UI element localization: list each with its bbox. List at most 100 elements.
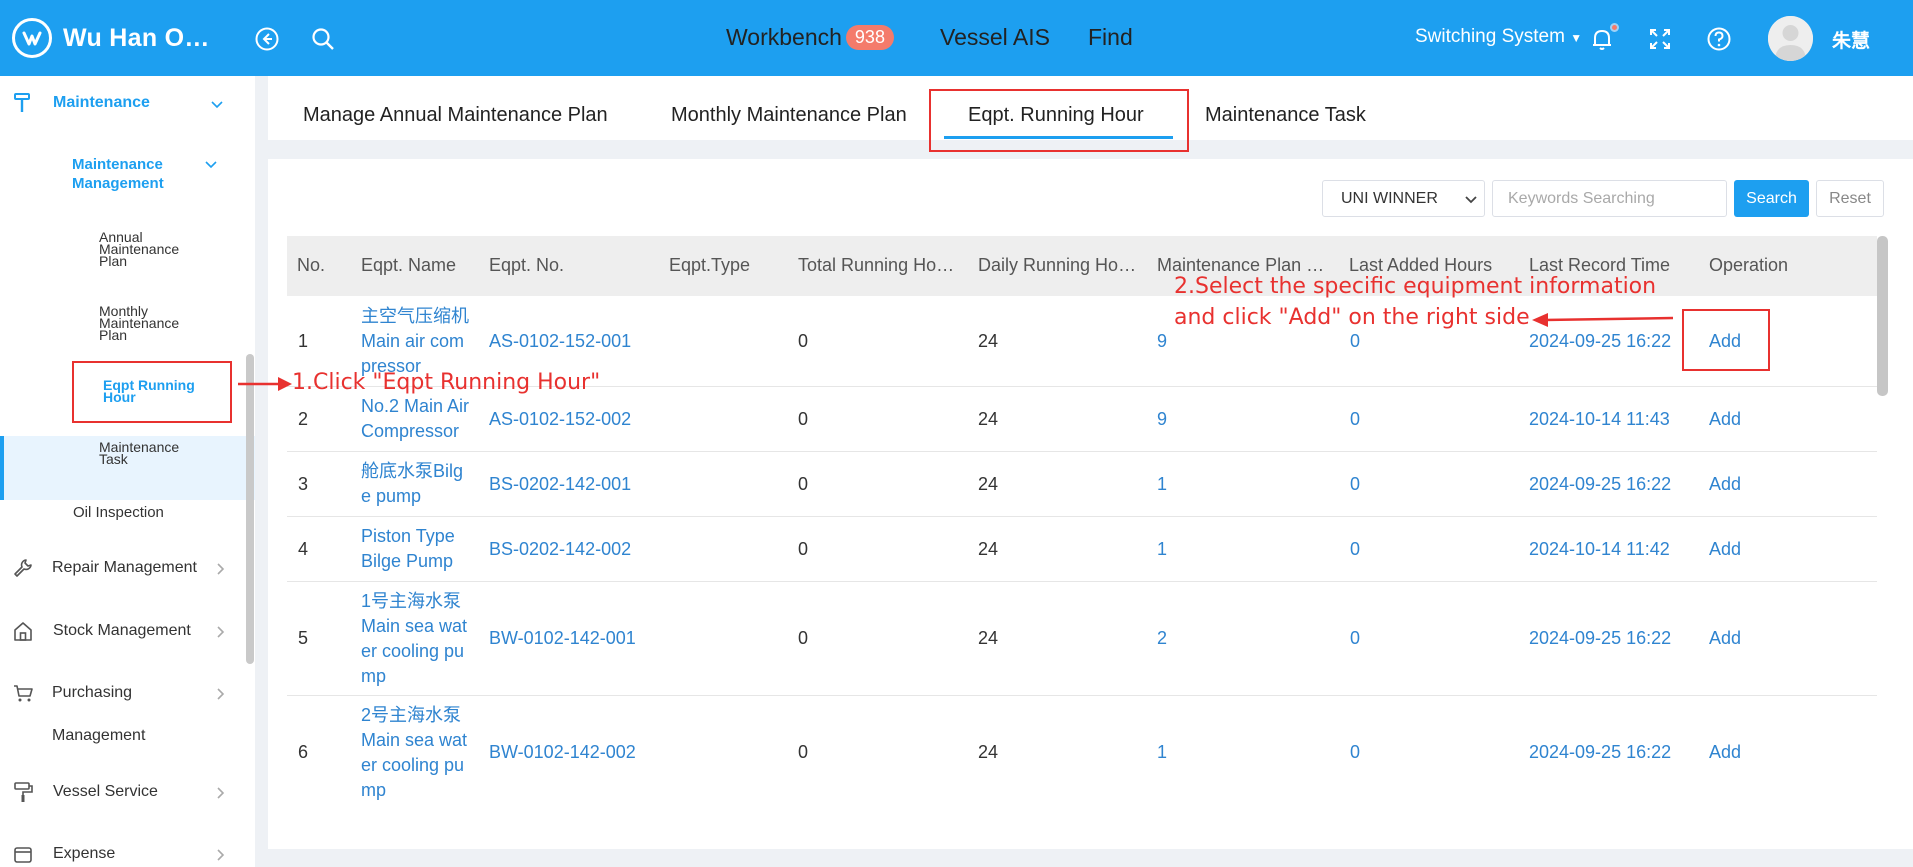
nav-find[interactable]: Find bbox=[1088, 24, 1133, 51]
chevron-up-icon bbox=[204, 157, 218, 171]
sidebar-item-stock-management[interactable]: Stock Management bbox=[10, 618, 235, 644]
search-button[interactable]: Search bbox=[1734, 180, 1809, 217]
add-button[interactable]: Add bbox=[1709, 626, 1741, 651]
tab-monthly-maintenance-plan[interactable]: Monthly Maintenance Plan bbox=[671, 104, 907, 127]
cell-eqpt-no[interactable]: BS-0202-142-001 bbox=[489, 472, 631, 497]
add-button[interactable]: Add bbox=[1709, 329, 1741, 354]
add-button[interactable]: Add bbox=[1709, 472, 1741, 497]
caret-down-icon: ▼ bbox=[1570, 31, 1583, 45]
sidebar-item-annual-maintenance-plan[interactable]: Annual Maintenance Plan bbox=[99, 230, 179, 268]
sidebar-item-label: Expense bbox=[53, 845, 116, 862]
tab-manage-annual-maintenance-plan[interactable]: Manage Annual Maintenance Plan bbox=[303, 104, 608, 127]
sidebar-item-repair-management[interactable]: Repair Management bbox=[10, 555, 235, 581]
chevron-down-icon bbox=[1464, 192, 1478, 206]
logo-icon bbox=[12, 18, 52, 58]
sidebar-scrollbar[interactable] bbox=[246, 354, 254, 664]
chevron-right-icon bbox=[213, 687, 227, 701]
cell-daily-running-hours: 24 bbox=[978, 628, 999, 648]
column-header-no: No. bbox=[297, 255, 326, 275]
cell-maintenance-plan[interactable]: 9 bbox=[1157, 407, 1167, 432]
cell-eqpt-no[interactable]: BW-0102-142-001 bbox=[489, 626, 636, 651]
cell-eqpt-name[interactable]: 1号主海水泵 Main sea wat er cooling pu mp bbox=[361, 589, 467, 689]
chevron-right-icon bbox=[213, 786, 227, 800]
cell-eqpt-no[interactable]: AS-0102-152-002 bbox=[489, 407, 631, 432]
switching-system-dropdown[interactable]: Switching System ▼ bbox=[1415, 26, 1582, 48]
cell-maintenance-plan[interactable]: 1 bbox=[1157, 740, 1167, 765]
tab-maintenance-task[interactable]: Maintenance Task bbox=[1205, 104, 1366, 127]
sidebar-item-oil-inspection[interactable]: Oil Inspection bbox=[73, 504, 164, 521]
vessel-select[interactable]: UNI WINNER bbox=[1322, 180, 1485, 217]
cell-total-running-hours: 0 bbox=[798, 409, 809, 429]
cell-maintenance-plan[interactable]: 1 bbox=[1157, 472, 1167, 497]
annotation-step2-line1: 2.Select the specific equipment informat… bbox=[1174, 274, 1657, 299]
wrench-icon bbox=[10, 555, 36, 581]
cell-no: 4 bbox=[298, 539, 309, 559]
add-button[interactable]: Add bbox=[1709, 740, 1741, 765]
cell-eqpt-name-line: Main air com bbox=[361, 331, 465, 351]
cell-eqpt-name[interactable]: No.2 Main Air Compressor bbox=[361, 394, 469, 444]
cell-eqpt-name[interactable]: Piston Type Bilge Pump bbox=[361, 524, 455, 574]
tab-eqpt-running-hour[interactable]: Eqpt. Running Hour bbox=[968, 104, 1144, 127]
cell-maintenance-plan[interactable]: 1 bbox=[1157, 537, 1167, 562]
cell-eqpt-name-line: 1号主海水泵 bbox=[361, 591, 462, 611]
reset-button[interactable]: Reset bbox=[1816, 180, 1884, 217]
cell-last-added-hours[interactable]: 0 bbox=[1350, 537, 1360, 562]
username[interactable]: 朱慧 bbox=[1832, 26, 1870, 53]
cell-total-running-hours: 0 bbox=[798, 742, 809, 762]
cell-last-record-time[interactable]: 2024-09-25 16:22 bbox=[1529, 472, 1671, 497]
cell-total-running-hours: 0 bbox=[798, 474, 809, 494]
fullscreen-icon[interactable] bbox=[1645, 24, 1675, 54]
sidebar-item-purchasing-management[interactable]: Purchasing bbox=[10, 680, 235, 706]
nav-vessel-ais[interactable]: Vessel AIS bbox=[940, 24, 1050, 51]
add-button[interactable]: Add bbox=[1709, 407, 1741, 432]
cell-maintenance-plan[interactable]: 2 bbox=[1157, 626, 1167, 651]
avatar[interactable] bbox=[1768, 16, 1813, 61]
cell-last-record-time[interactable]: 2024-09-25 16:22 bbox=[1529, 329, 1671, 354]
back-icon[interactable] bbox=[252, 24, 282, 54]
table-scrollbar[interactable] bbox=[1877, 236, 1888, 396]
sidebar-item-expense[interactable]: Expense bbox=[10, 841, 235, 867]
cell-total-running-hours: 0 bbox=[798, 331, 809, 351]
cell-eqpt-no[interactable]: BS-0202-142-002 bbox=[489, 537, 631, 562]
table-row: 3 舱底水泵Bilg e pump BS-0202-142-001 0 24 1… bbox=[287, 452, 1877, 517]
cell-last-added-hours[interactable]: 0 bbox=[1350, 472, 1360, 497]
cell-last-added-hours[interactable]: 0 bbox=[1350, 407, 1360, 432]
annotation-step2-line2: and click "Add" on the right side bbox=[1174, 305, 1530, 330]
cell-total-running-hours: 0 bbox=[798, 628, 809, 648]
add-button[interactable]: Add bbox=[1709, 537, 1741, 562]
sidebar-item-maintenance[interactable]: Maintenance bbox=[10, 90, 235, 116]
cell-last-added-hours[interactable]: 0 bbox=[1350, 740, 1360, 765]
cart-icon bbox=[10, 680, 36, 706]
keywords-search-input[interactable] bbox=[1492, 180, 1727, 217]
sidebar: Maintenance Maintenance Management Annua… bbox=[0, 76, 255, 867]
column-header-operation: Operation bbox=[1709, 255, 1789, 275]
table-row: 4 Piston Type Bilge Pump BS-0202-142-002… bbox=[287, 517, 1877, 582]
search-icon[interactable] bbox=[308, 24, 338, 54]
column-header-total-running-hours: Total Running Ho… bbox=[798, 255, 955, 275]
cell-eqpt-no[interactable]: AS-0102-152-001 bbox=[489, 329, 631, 354]
sidebar-item-eqpt-running-hour[interactable]: Eqpt Running Hour bbox=[103, 378, 195, 404]
cell-no: 2 bbox=[298, 409, 309, 429]
cell-last-record-time[interactable]: 2024-09-25 16:22 bbox=[1529, 740, 1671, 765]
help-icon[interactable] bbox=[1704, 24, 1734, 54]
cell-last-added-hours[interactable]: 0 bbox=[1350, 626, 1360, 651]
sidebar-item-maintenance-management[interactable]: Maintenance Management bbox=[72, 155, 232, 193]
cell-last-record-time[interactable]: 2024-10-14 11:42 bbox=[1529, 537, 1670, 562]
cell-eqpt-name[interactable]: 舱底水泵Bilg e pump bbox=[361, 459, 463, 509]
cell-maintenance-plan[interactable]: 9 bbox=[1157, 329, 1167, 354]
chevron-right-icon bbox=[213, 625, 227, 639]
cell-eqpt-no[interactable]: BW-0102-142-002 bbox=[489, 740, 636, 765]
nav-workbench[interactable]: Workbench 938 bbox=[726, 24, 894, 51]
cell-daily-running-hours: 24 bbox=[978, 331, 999, 351]
cell-eqpt-name-line: Main sea wat bbox=[361, 730, 468, 750]
sidebar-item-vessel-service[interactable]: Vessel Service bbox=[10, 779, 235, 805]
bell-icon[interactable] bbox=[1587, 23, 1619, 54]
cell-last-record-time[interactable]: 2024-09-25 16:22 bbox=[1529, 626, 1671, 651]
sidebar-item-label: Management bbox=[72, 175, 164, 192]
cell-eqpt-name[interactable]: 2号主海水泵 Main sea wat er cooling pu mp bbox=[361, 703, 467, 803]
notification-dot bbox=[1610, 23, 1619, 32]
chevron-right-icon bbox=[213, 848, 227, 862]
cell-last-record-time[interactable]: 2024-10-14 11:43 bbox=[1529, 407, 1670, 432]
sidebar-item-maintenance-task[interactable]: Maintenance Task bbox=[99, 440, 179, 466]
sidebar-item-monthly-maintenance-plan[interactable]: Monthly Maintenance Plan bbox=[99, 304, 179, 342]
